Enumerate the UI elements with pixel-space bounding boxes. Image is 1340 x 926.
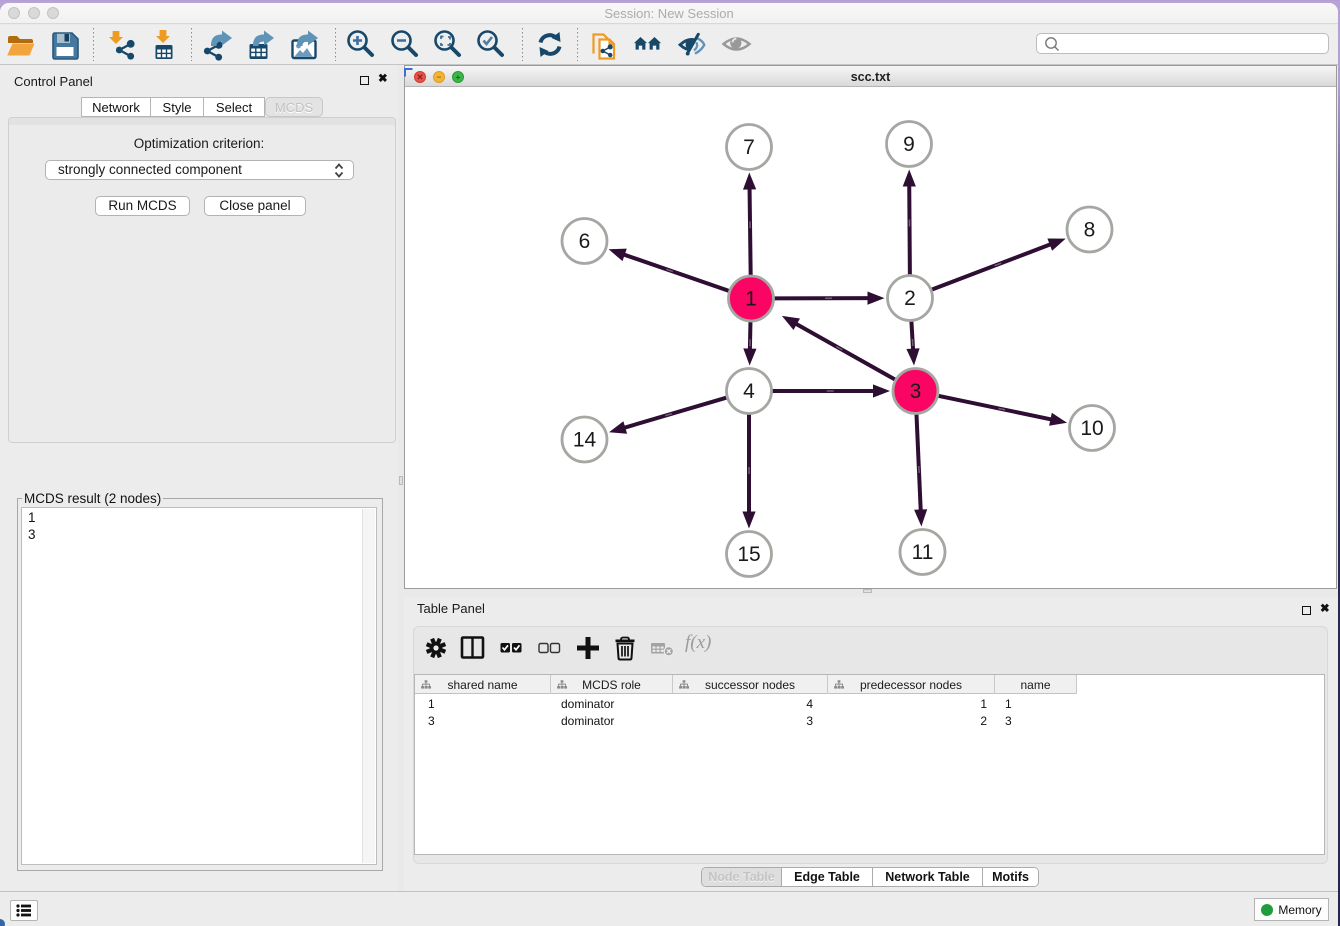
svg-text:1: 1	[745, 288, 757, 311]
svg-text:8: 8	[1084, 219, 1096, 242]
svg-text:14: 14	[573, 429, 597, 452]
svg-text:4: 4	[743, 380, 755, 403]
svg-text:7: 7	[743, 136, 755, 159]
svg-text:10: 10	[1080, 417, 1103, 440]
svg-text:11: 11	[912, 541, 934, 564]
svg-text:2: 2	[904, 287, 916, 310]
svg-text:6: 6	[579, 230, 591, 253]
svg-text:15: 15	[737, 543, 760, 566]
svg-text:3: 3	[910, 380, 922, 403]
svg-text:9: 9	[903, 133, 915, 156]
